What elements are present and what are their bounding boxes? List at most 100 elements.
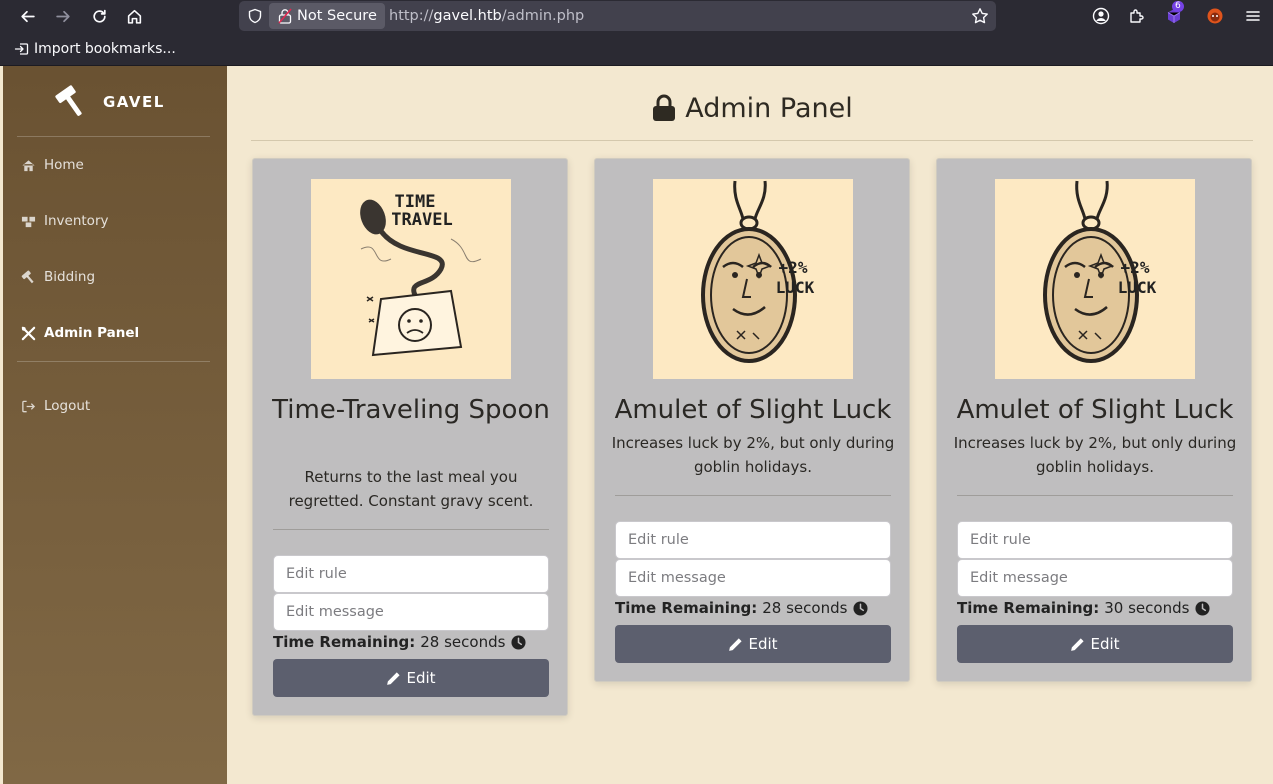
auction-card: TIME TRAVEL Time-Traveling Spoon Returns…: [252, 158, 568, 716]
forward-arrow-icon: [55, 10, 70, 22]
sidebar-item-inventory[interactable]: Inventory: [19, 209, 108, 233]
extensions-button[interactable]: [1127, 6, 1147, 26]
image-caption: TIME: [395, 192, 436, 212]
item-image: +2% LUCK: [995, 179, 1195, 379]
image-caption: LUCK: [1118, 278, 1157, 297]
insecure-lock-icon: [278, 8, 292, 24]
sidebar-item-label: Logout: [44, 398, 91, 414]
page-title-text: Admin Panel: [685, 92, 853, 124]
amulet-illustration: +2% LUCK: [701, 180, 815, 363]
auction-card: +2% LUCK Amulet of Slight Luck Increases…: [936, 158, 1252, 682]
spoon-illustration: TIME TRAVEL: [360, 192, 482, 357]
import-bookmarks-label: Import bookmarks...: [34, 41, 176, 57]
pencil-icon: [1071, 637, 1085, 651]
tools-icon: [19, 325, 37, 341]
shield-icon[interactable]: [247, 8, 263, 24]
time-remaining-label: Time Remaining:: [957, 599, 1100, 617]
time-remaining-value: 28 seconds: [420, 633, 506, 651]
lock-icon: [653, 94, 676, 121]
clock-icon: [1195, 600, 1210, 616]
puzzle-icon: [1130, 9, 1144, 23]
logout-icon: [19, 398, 37, 414]
sidebar-item-label: Bidding: [44, 269, 96, 285]
image-caption: +2%: [1121, 258, 1150, 277]
item-image: TIME TRAVEL: [311, 179, 511, 379]
sidebar-item-label: Inventory: [44, 213, 109, 229]
time-remaining: Time Remaining: 28 seconds: [615, 598, 868, 618]
item-title: Amulet of Slight Luck: [956, 395, 1234, 425]
sidebar: GAVEL Home Inventory Bidding Admin Panel…: [3, 66, 227, 784]
browser-home-icon: [127, 9, 141, 24]
sidebar-item-label: Home: [44, 157, 84, 173]
import-icon: [14, 43, 29, 55]
extension-fox-button[interactable]: [1205, 6, 1225, 26]
url-host: gavel.htb: [433, 8, 502, 24]
url-bar[interactable]: Not Secure http://gavel.htb/admin.php: [239, 1, 996, 31]
reload-button[interactable]: [87, 5, 111, 27]
brand-logo[interactable]: GAVEL: [55, 84, 165, 120]
edit-message-input[interactable]: [615, 559, 891, 597]
time-remaining-value: 30 seconds: [1104, 599, 1190, 617]
card-divider: [273, 529, 549, 530]
auction-card: +2% LUCK Amulet of Slight Luck Increases…: [594, 158, 910, 682]
home-icon: [19, 157, 37, 173]
item-image: +2% LUCK: [653, 179, 853, 379]
card-divider: [615, 495, 891, 496]
time-remaining-label: Time Remaining:: [273, 633, 416, 651]
edit-button-label: Edit: [1090, 635, 1120, 653]
time-remaining: Time Remaining: 28 seconds: [273, 632, 526, 652]
edit-button[interactable]: Edit: [615, 625, 891, 663]
edit-rule-input[interactable]: [273, 555, 549, 593]
gavel-icon: [19, 269, 37, 285]
not-secure-badge[interactable]: Not Secure: [269, 3, 385, 29]
card-divider: [957, 495, 1233, 496]
edit-button-label: Edit: [748, 635, 778, 653]
pencil-icon: [729, 637, 743, 651]
back-button[interactable]: [15, 5, 39, 27]
title-divider: [251, 140, 1253, 141]
forward-button[interactable]: [51, 5, 75, 27]
edit-button[interactable]: Edit: [273, 659, 549, 697]
sidebar-item-label: Admin Panel: [44, 325, 140, 341]
item-description: Increases luck by 2%, but only during go…: [953, 434, 1237, 476]
sidebar-item-bidding[interactable]: Bidding: [19, 265, 95, 289]
edit-rule-input[interactable]: [957, 521, 1233, 559]
item-title: Time-Traveling Spoon: [272, 395, 550, 425]
reload-icon: [92, 9, 106, 23]
url-path: /admin.php: [501, 8, 585, 24]
account-button[interactable]: [1091, 6, 1111, 26]
time-remaining-label: Time Remaining:: [615, 599, 758, 617]
page-title: Admin Panel: [251, 88, 1253, 128]
url-text[interactable]: http://gavel.htb/admin.php: [389, 1, 584, 31]
time-remaining: Time Remaining: 30 seconds: [957, 598, 1210, 618]
sidebar-divider: [17, 136, 210, 137]
url-scheme: http://: [389, 8, 434, 24]
browser-toolbar: Not Secure http://gavel.htb/admin.php 6: [0, 0, 1273, 33]
item-title: Amulet of Slight Luck: [614, 395, 892, 425]
brand-name: GAVEL: [103, 93, 165, 111]
gavel-logo-icon: [55, 85, 82, 116]
hamburger-menu-icon: [1246, 11, 1260, 21]
time-remaining-value: 28 seconds: [762, 599, 848, 617]
edit-message-input[interactable]: [273, 593, 549, 631]
edit-button[interactable]: Edit: [957, 625, 1233, 663]
image-caption: LUCK: [776, 278, 815, 297]
edit-message-input[interactable]: [957, 559, 1233, 597]
sidebar-item-admin-panel[interactable]: Admin Panel: [19, 321, 139, 345]
import-bookmarks-link[interactable]: Import bookmarks...: [14, 39, 176, 59]
sidebar-item-logout[interactable]: Logout: [19, 394, 90, 418]
bookmarks-bar: Import bookmarks...: [0, 33, 1273, 66]
edit-button-label: Edit: [406, 669, 436, 687]
pencil-icon: [387, 671, 401, 685]
home-button[interactable]: [122, 5, 146, 27]
item-description: Increases luck by 2%, but only during go…: [611, 434, 895, 476]
bookmark-star-icon[interactable]: [971, 7, 989, 25]
menu-button[interactable]: [1243, 6, 1263, 26]
clock-icon: [853, 600, 868, 616]
amulet-illustration: +2% LUCK: [1043, 180, 1157, 363]
back-arrow-icon: [20, 10, 35, 22]
item-description: Returns to the last meal you regretted. …: [288, 468, 534, 510]
edit-rule-input[interactable]: [615, 521, 891, 559]
image-caption: TRAVEL: [391, 210, 452, 230]
sidebar-item-home[interactable]: Home: [19, 153, 84, 177]
